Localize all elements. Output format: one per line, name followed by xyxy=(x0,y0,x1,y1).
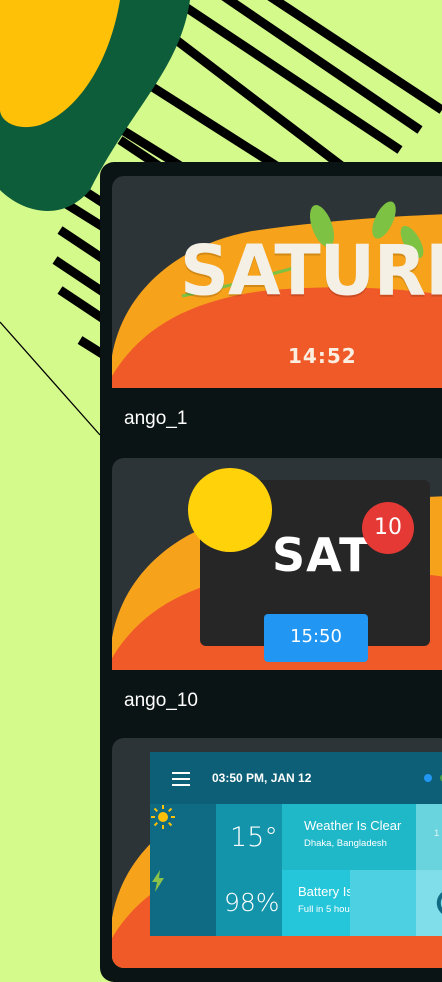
widget-card-3[interactable]: 03:50 PM, JAN 12 15° Weather Is Clear Dh… xyxy=(112,738,442,968)
widget-preview: SAT 10 15:50 xyxy=(112,458,442,670)
weather-text-cell: Weather Is Clear Dhaka, Bangladesh xyxy=(282,804,416,870)
weather-extra-cell: 1 xyxy=(416,804,442,870)
widget-card-ango-1[interactable]: SATURDAY 14:52 ango_1 xyxy=(112,176,442,446)
blue-indicator-dot xyxy=(424,774,432,782)
battery-detail: Full in 5 hours xyxy=(298,904,358,915)
time-button: 15:50 xyxy=(264,614,368,662)
widget-header: 03:50 PM, JAN 12 xyxy=(150,752,442,804)
header-datetime: 03:50 PM, JAN 12 xyxy=(212,771,312,785)
dashboard-widget: 03:50 PM, JAN 12 15° Weather Is Clear Dh… xyxy=(150,752,442,936)
weather-row: 15° Weather Is Clear Dhaka, Bangladesh 1 xyxy=(150,804,442,870)
battery-ring-cell xyxy=(416,870,442,936)
temp-cell: 15° xyxy=(216,804,282,870)
battery-icon-cell xyxy=(150,870,216,936)
day-name: SATURDAY xyxy=(180,231,442,312)
widget-preview: 03:50 PM, JAN 12 15° Weather Is Clear Dh… xyxy=(112,738,442,968)
menu-icon[interactable] xyxy=(172,772,190,790)
day-name: SAT xyxy=(272,528,372,582)
battery-extra-cell xyxy=(350,870,416,936)
weather-extra: 1 xyxy=(434,828,440,839)
sun-icon xyxy=(151,805,175,829)
bolt-icon xyxy=(152,870,164,892)
battery-level-cell: 98% xyxy=(216,870,282,936)
battery-row: 98% Battery Is charged Full in 5 hours xyxy=(150,870,442,936)
yellow-circle xyxy=(188,468,272,552)
widget-card-ango-10[interactable]: SAT 10 15:50 ango_10 xyxy=(112,458,442,728)
date-badge: 10 xyxy=(362,502,414,554)
weather-location: Dhaka, Bangladesh xyxy=(304,838,387,849)
card-label: ango_1 xyxy=(124,408,188,429)
weather-title: Weather Is Clear xyxy=(304,818,402,833)
progress-ring-icon xyxy=(436,892,442,914)
battery-level: 98% xyxy=(224,888,280,917)
temperature: 15° xyxy=(230,822,278,853)
weather-icon-cell xyxy=(150,804,216,870)
card-label: ango_10 xyxy=(124,690,198,711)
battery-text-cell: Battery Is charged Full in 5 hours xyxy=(282,870,404,936)
widget-preview: SATURDAY 14:52 xyxy=(112,176,442,388)
clock-time: 14:52 xyxy=(288,344,357,368)
